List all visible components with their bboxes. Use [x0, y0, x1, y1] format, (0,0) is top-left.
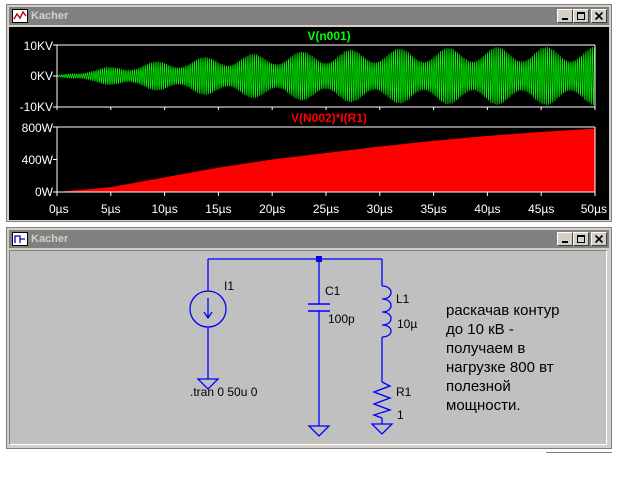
resistor-value-label: 1 — [397, 408, 404, 422]
note-line: нагрузке 800 вт — [446, 359, 554, 376]
bottom-ytick-label: 400W — [22, 153, 54, 167]
top-ytick-label: 0KV — [30, 69, 53, 83]
xtick-label: 40µs — [474, 202, 500, 216]
waveform-plot: V(n001) V(N002)*I(R1) 10KV 0KV -10KV 800… — [20, 29, 607, 216]
note-line: мощности. — [446, 397, 521, 414]
xtick-label: 25µs — [313, 202, 339, 216]
capacitor-name-label: C1 — [325, 284, 341, 298]
restore-button[interactable] — [573, 9, 589, 23]
top-ytick-label: 10KV — [24, 39, 53, 53]
ground-symbol — [307, 425, 331, 437]
xtick-label: 45µs — [528, 202, 554, 216]
xtick-label: 35µs — [420, 202, 446, 216]
minimize-icon — [562, 241, 568, 243]
top-trace-label: V(n001) — [307, 29, 350, 43]
ground-symbol — [370, 423, 394, 435]
schematic-window: Kacher I1 .tran 0 50u 0 C1 100p L1 10µ R… — [6, 227, 612, 449]
inductor-symbol — [381, 285, 392, 338]
top-ytick-label: -10KV — [20, 100, 53, 114]
note-line: раскачав контур — [446, 302, 560, 319]
source-name-label: I1 — [224, 279, 234, 293]
waveform-window-title: Kacher — [31, 10, 69, 22]
capacitor-value-label: 100p — [328, 312, 355, 326]
minimize-button[interactable] — [557, 232, 573, 246]
sim-directive-label: .tran 0 50u 0 — [190, 385, 258, 399]
restore-icon — [577, 12, 585, 20]
waveform-window-titlebar[interactable]: Kacher — [9, 7, 609, 25]
minimize-icon — [562, 18, 568, 20]
close-button[interactable] — [591, 9, 607, 23]
schematic-window-title: Kacher — [31, 233, 69, 245]
xtick-label: 10µs — [151, 202, 177, 216]
close-icon — [594, 11, 604, 21]
xtick-label: 30µs — [367, 202, 393, 216]
note-line: полезной — [446, 378, 511, 395]
inductor-value-label: 10µ — [397, 317, 417, 331]
capacitor-symbol — [308, 303, 330, 312]
power-trace — [57, 128, 595, 192]
waveform-window: Kacher V(n001) V(N002)*I(R1) 10KV 0KV -1… — [6, 4, 612, 222]
junction-dot — [316, 256, 322, 262]
bottom-trace-label: V(N002)*I(R1) — [291, 111, 367, 125]
xtick-label: 5µs — [101, 202, 121, 216]
window-frame-edge — [546, 452, 612, 453]
resistor-name-label: R1 — [396, 385, 412, 399]
xtick-label: 50µs — [581, 202, 607, 216]
waveform-app-icon — [12, 9, 28, 23]
bottom-ytick-label: 800W — [22, 121, 54, 135]
note-line: до 10 кВ - — [446, 321, 514, 338]
bottom-ytick-label: 0W — [35, 185, 54, 199]
inductor-name-label: L1 — [396, 292, 410, 306]
schematic-window-titlebar[interactable]: Kacher — [9, 230, 609, 248]
waveform-plot-area[interactable]: V(n001) V(N002)*I(R1) 10KV 0KV -10KV 800… — [9, 27, 609, 220]
xtick-label: 20µs — [259, 202, 285, 216]
voltage-trace — [56, 46, 596, 105]
minimize-button[interactable] — [557, 9, 573, 23]
xtick-label: 15µs — [205, 202, 231, 216]
close-icon — [594, 234, 604, 244]
restore-button[interactable] — [573, 232, 589, 246]
schematic-canvas[interactable]: I1 .tran 0 50u 0 C1 100p L1 10µ R1 1 рас… — [9, 250, 607, 445]
current-source-symbol — [189, 290, 227, 328]
xtick-label: 0µs — [49, 202, 69, 216]
close-button[interactable] — [591, 232, 607, 246]
resistor-symbol — [371, 381, 393, 419]
comment-note: раскачав контур до 10 кВ - получаем в на… — [446, 301, 559, 415]
schematic-app-icon — [12, 232, 28, 246]
note-line: получаем в — [446, 340, 526, 357]
restore-icon — [577, 235, 585, 243]
